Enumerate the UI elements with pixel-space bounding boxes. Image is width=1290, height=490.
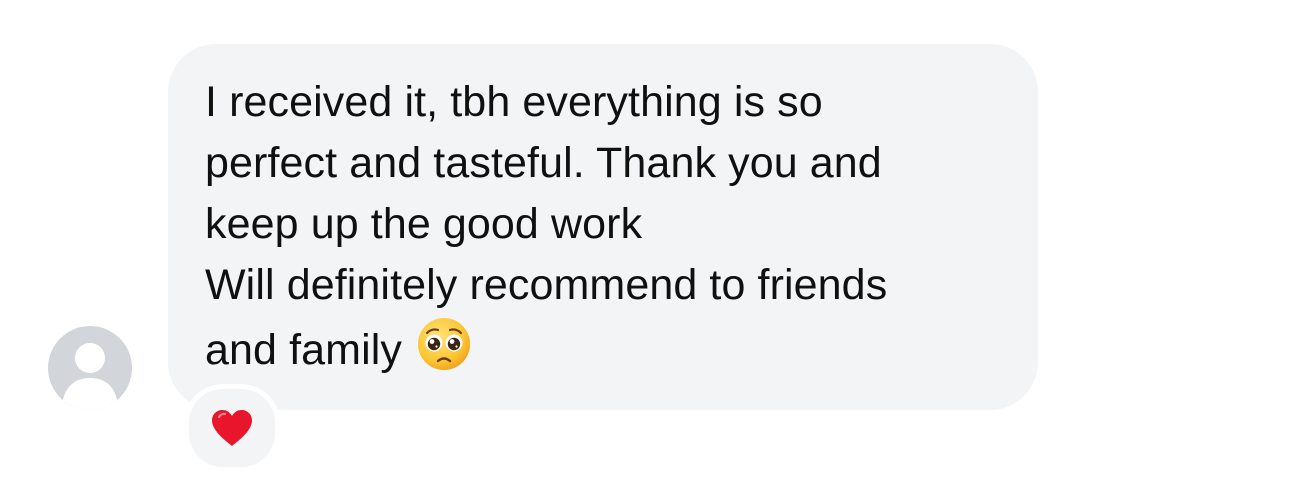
avatar[interactable] [48, 326, 132, 410]
message-bubble[interactable]: I received it, tbh everything is so perf… [168, 44, 1038, 410]
message-line: keep up the good work [205, 200, 643, 248]
default-user-icon [62, 343, 118, 410]
message-line: perfect and tasteful. Thank you and [205, 139, 882, 187]
message-line: and family [205, 326, 402, 374]
message-line: I received it, tbh everything is so [205, 78, 823, 126]
reaction-badge[interactable] [184, 384, 280, 472]
message-line-last: and family [205, 316, 1038, 381]
message-line: Will definitely recommend to friends [205, 261, 888, 309]
heart-icon [212, 410, 252, 446]
message-thread: I received it, tbh everything is so perf… [0, 0, 1290, 490]
pleading-face-icon [416, 316, 472, 372]
